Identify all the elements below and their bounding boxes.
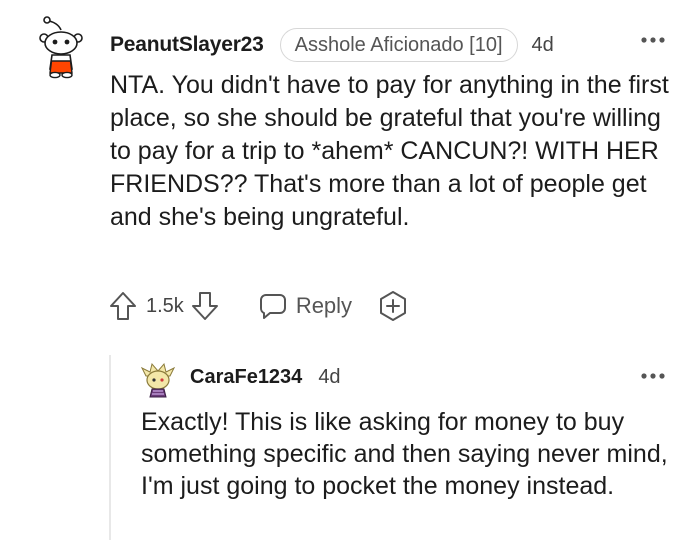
award-plus-icon[interactable]	[378, 290, 408, 322]
comment-body: NTA. You didn't have to pay for anything…	[110, 71, 669, 231]
reply-timestamp[interactable]: 4d	[318, 366, 340, 389]
comment-timestamp[interactable]: 4d	[532, 34, 554, 57]
chat-bubble-icon	[259, 294, 286, 319]
upvote-arrow-icon[interactable]	[108, 290, 138, 322]
user-flair: Asshole Aficionado [10]	[279, 28, 518, 62]
snoo-avatar-icon[interactable]	[34, 15, 84, 79]
reply-button[interactable]: Reply	[258, 291, 352, 321]
reply-username[interactable]: CaraFe1234	[190, 366, 302, 389]
thread-line[interactable]	[109, 355, 111, 540]
comment-username[interactable]: PeanutSlayer23	[110, 33, 264, 57]
vote-count: 1.5k	[146, 294, 184, 317]
reply-header: CaraFe1234 4d	[190, 366, 341, 389]
custom-avatar-icon[interactable]	[140, 362, 176, 398]
reply-body: Exactly! This is like asking for money t…	[141, 408, 668, 500]
reply-more-options-icon[interactable]	[640, 368, 666, 384]
comment-actions: 1.5k Reply	[108, 288, 408, 324]
comment-header: PeanutSlayer23 Asshole Aficionado [10] 4…	[110, 28, 554, 62]
downvote-arrow-icon[interactable]	[190, 290, 220, 322]
more-options-icon[interactable]	[640, 32, 666, 48]
reply-label: Reply	[295, 293, 353, 318]
